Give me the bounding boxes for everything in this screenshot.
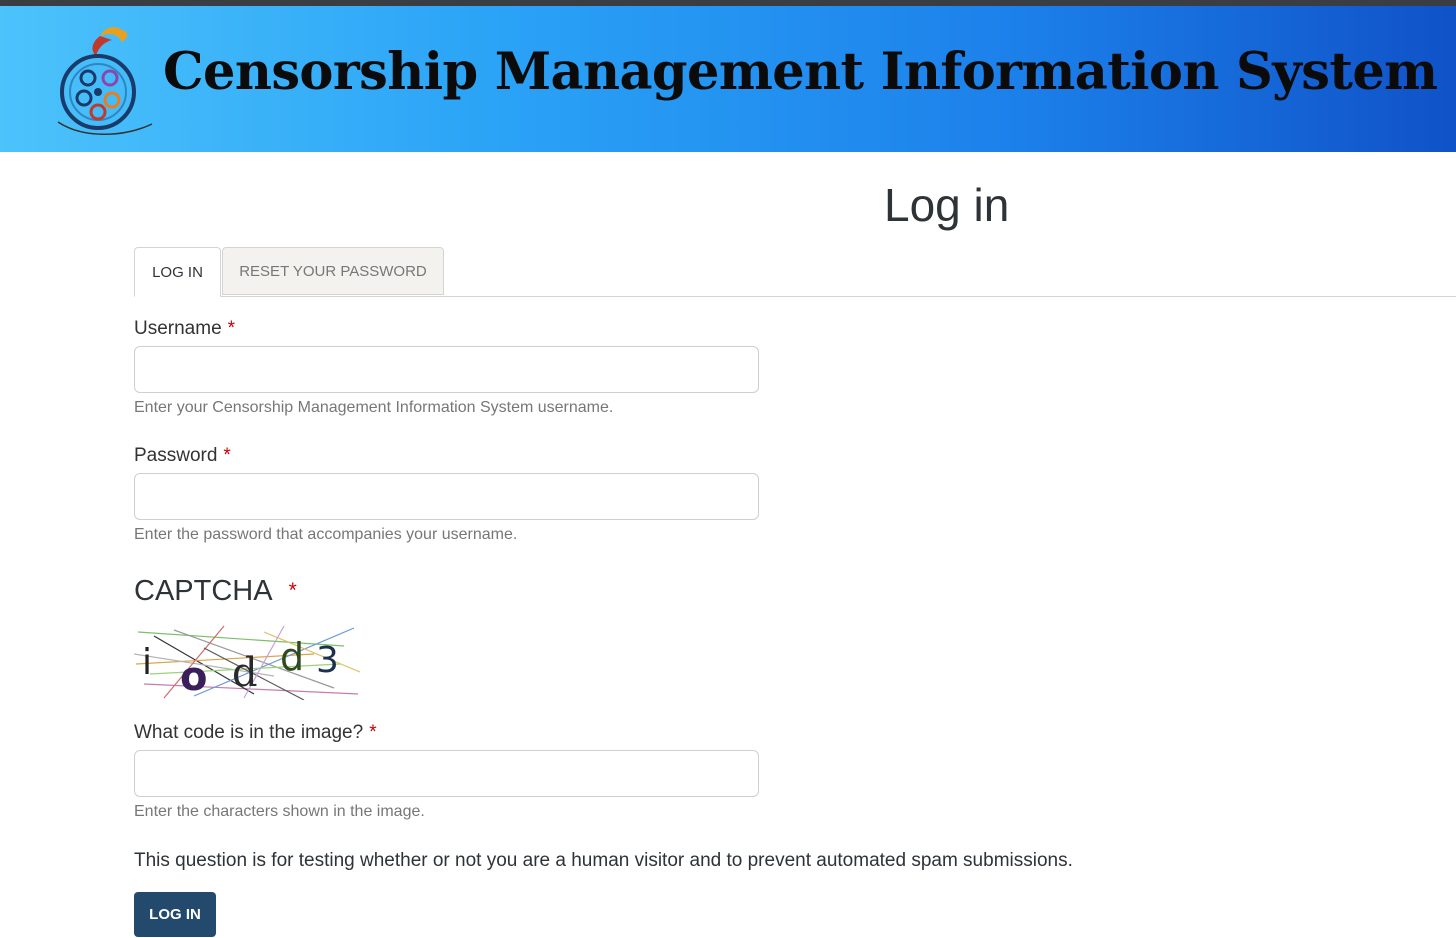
- tab-reset-password[interactable]: RESET YOUR PASSWORD: [222, 247, 444, 295]
- film-reel-bird-logo-icon[interactable]: [52, 20, 156, 142]
- username-input[interactable]: [134, 346, 759, 393]
- captcha-image: i o d d 3: [134, 624, 360, 700]
- tab-bar: LOG IN RESET YOUR PASSWORD: [134, 247, 1456, 297]
- required-marker: *: [369, 722, 377, 743]
- required-marker: *: [227, 318, 236, 339]
- svg-text:o: o: [180, 654, 207, 700]
- page-title: Log in: [884, 179, 1010, 231]
- username-label: Username *: [134, 318, 235, 340]
- captcha-notice-text: This question is for testing whether or …: [134, 850, 1073, 871]
- captcha-response-input[interactable]: [134, 750, 759, 797]
- password-input[interactable]: [134, 473, 759, 520]
- password-help-text: Enter the password that accompanies your…: [134, 526, 518, 543]
- svg-text:3: 3: [316, 640, 339, 681]
- captcha-code-label: What code is in the image? *: [134, 722, 377, 744]
- tab-log-in[interactable]: LOG IN: [134, 247, 221, 297]
- log-in-button[interactable]: LOG IN: [134, 892, 216, 937]
- password-label: Password *: [134, 445, 231, 467]
- username-label-text: Username: [134, 318, 222, 339]
- captcha-heading: CAPTCHA *: [134, 575, 297, 608]
- username-help-text: Enter your Censorship Management Informa…: [134, 399, 614, 416]
- captcha-heading-text: CAPTCHA: [134, 575, 273, 607]
- required-marker: *: [288, 579, 297, 602]
- password-label-text: Password: [134, 445, 218, 466]
- required-marker: *: [223, 445, 231, 466]
- site-header-banner: Censorship Management Information System: [0, 6, 1456, 152]
- captcha-code-label-text: What code is in the image?: [134, 722, 364, 743]
- svg-text:i: i: [142, 642, 152, 683]
- captcha-help-text: Enter the characters shown in the image.: [134, 803, 425, 820]
- svg-text:d: d: [280, 635, 304, 679]
- svg-text:d: d: [232, 650, 258, 696]
- site-title: Censorship Management Information System: [163, 42, 1438, 102]
